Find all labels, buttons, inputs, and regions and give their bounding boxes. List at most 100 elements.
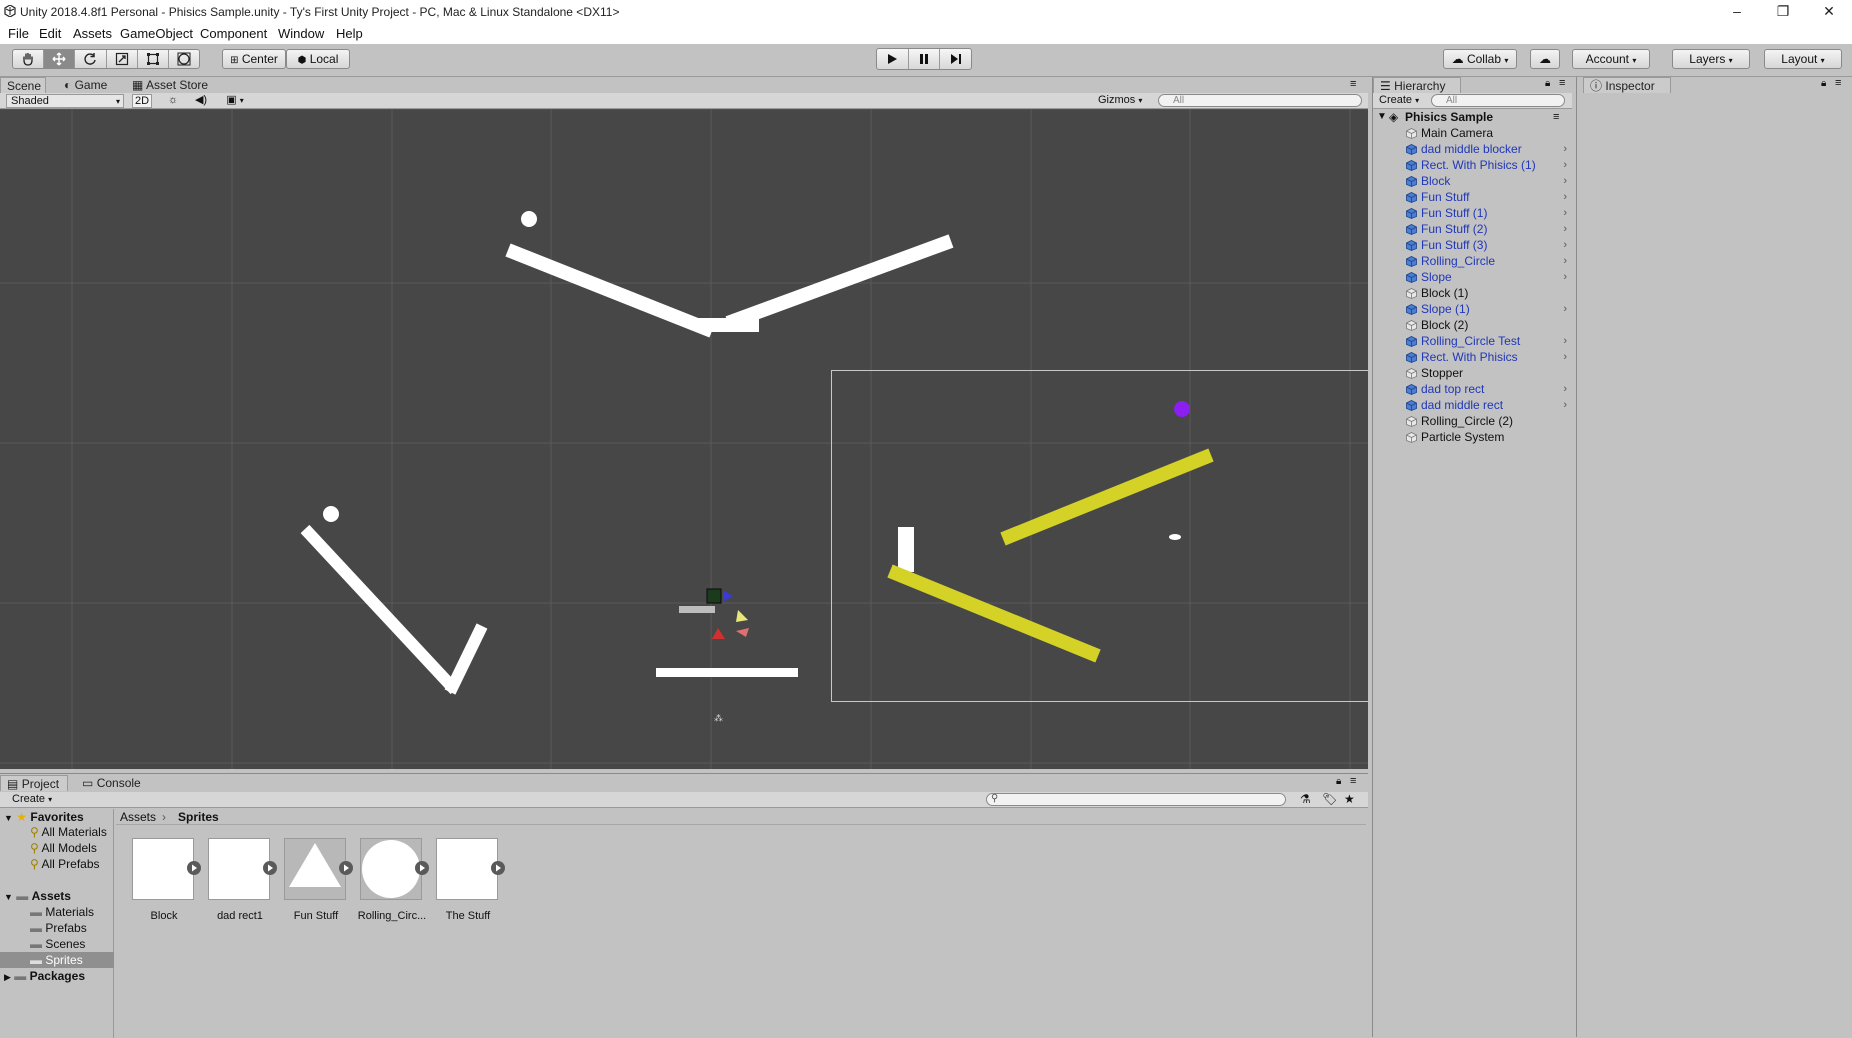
sidebar-folder-scenes[interactable]: ▬ Scenes bbox=[30, 936, 85, 952]
menu-help[interactable]: Help bbox=[336, 26, 363, 41]
hierarchy-item[interactable]: Rolling_Circle › bbox=[1373, 253, 1573, 269]
rolling-circle-2[interactable] bbox=[323, 506, 339, 522]
prefab-open-arrow-icon[interactable]: › bbox=[1563, 381, 1567, 397]
maximize-button[interactable]: ❐ bbox=[1760, 0, 1806, 24]
panel-menu-icon[interactable]: ≡ bbox=[1835, 77, 1841, 89]
gizmos-dropdown[interactable]: Gizmos ▾ bbox=[1098, 94, 1148, 108]
lighting-toggle[interactable]: ☼ bbox=[164, 94, 182, 108]
favorites-row[interactable]: ▼ ★ Favorites bbox=[4, 809, 84, 825]
hierarchy-item[interactable]: Fun Stuff (2) › bbox=[1373, 221, 1573, 237]
prefab-open-arrow-icon[interactable]: › bbox=[1563, 221, 1567, 237]
asset-item[interactable]: Fun Stuff bbox=[278, 838, 354, 922]
asset-item[interactable]: Rolling_Circ... bbox=[354, 838, 430, 922]
hierarchy-item[interactable]: Rect. With Phisics › bbox=[1373, 349, 1573, 365]
expand-subassets-icon[interactable] bbox=[187, 861, 201, 875]
expand-arrow-icon[interactable]: ▼ bbox=[4, 813, 13, 823]
shading-mode-dropdown[interactable]: Shaded ▾ bbox=[6, 94, 124, 108]
expand-subassets-icon[interactable] bbox=[491, 861, 505, 875]
cloud-button[interactable]: ☁ bbox=[1530, 49, 1560, 69]
hierarchy-item[interactable]: Fun Stuff › bbox=[1373, 189, 1573, 205]
sidebar-folder-prefabs[interactable]: ▬ Prefabs bbox=[30, 920, 87, 936]
audio-toggle[interactable]: ◀) bbox=[192, 94, 210, 108]
menu-window[interactable]: Window bbox=[278, 26, 324, 41]
hierarchy-item[interactable]: Main Camera bbox=[1373, 125, 1573, 141]
hierarchy-item[interactable]: Stopper bbox=[1373, 365, 1573, 381]
expand-arrow-icon[interactable]: ▼ bbox=[1377, 109, 1387, 125]
hierarchy-item[interactable]: Particle System bbox=[1373, 429, 1573, 445]
tab-hierarchy[interactable]: ☰ Hierarchy bbox=[1373, 77, 1461, 93]
prefab-open-arrow-icon[interactable]: › bbox=[1563, 269, 1567, 285]
project-create-dropdown[interactable]: Create ▾ bbox=[12, 793, 52, 805]
project-search-input[interactable]: ⚲ bbox=[986, 793, 1286, 806]
slope-1[interactable] bbox=[1000, 448, 1214, 546]
hierarchy-item[interactable]: Rolling_Circle Test › bbox=[1373, 333, 1573, 349]
prefab-open-arrow-icon[interactable]: › bbox=[1563, 173, 1567, 189]
prefab-open-arrow-icon[interactable]: › bbox=[1563, 205, 1567, 221]
dad-middle-rect[interactable] bbox=[656, 668, 798, 677]
account-dropdown[interactable]: Account ▾ bbox=[1572, 49, 1650, 69]
play-button[interactable] bbox=[877, 49, 909, 69]
prefab-open-arrow-icon[interactable]: › bbox=[1563, 397, 1567, 413]
rect-tool[interactable] bbox=[138, 50, 169, 68]
filter-label-icon[interactable]: 🏷︎ bbox=[1322, 792, 1337, 806]
menu-file[interactable]: File bbox=[8, 26, 29, 41]
expand-subassets-icon[interactable] bbox=[415, 861, 429, 875]
breadcrumb-sprites[interactable]: Sprites bbox=[178, 810, 219, 824]
tab-scene[interactable]: Scene bbox=[0, 77, 46, 93]
stopper[interactable] bbox=[898, 527, 914, 572]
scene-view[interactable]: ⁂ bbox=[0, 109, 1368, 769]
prefab-open-arrow-icon[interactable]: › bbox=[1563, 333, 1567, 349]
effects-dropdown[interactable]: ▣ ▾ bbox=[220, 94, 250, 108]
hierarchy-item[interactable]: Block (2) bbox=[1373, 317, 1573, 333]
rolling-circle[interactable] bbox=[521, 211, 537, 227]
hierarchy-item[interactable]: dad middle rect › bbox=[1373, 397, 1573, 413]
scene-menu-icon[interactable]: ≡ bbox=[1553, 109, 1559, 125]
fun-stuff-triangle-1[interactable] bbox=[736, 628, 749, 637]
step-button[interactable] bbox=[940, 49, 971, 69]
hierarchy-item[interactable]: Rect. With Phisics (1) › bbox=[1373, 157, 1573, 173]
filter-type-icon[interactable]: ⚗ bbox=[1300, 792, 1311, 806]
slope[interactable] bbox=[887, 564, 1101, 663]
panel-menu-icon[interactable]: ≡ bbox=[1350, 78, 1356, 90]
scene-search-input[interactable]: All bbox=[1158, 94, 1362, 107]
pivot-local-button[interactable]: ⬢ Local bbox=[286, 49, 350, 69]
small-white-object[interactable] bbox=[1169, 534, 1181, 540]
packages-row[interactable]: ▶ ▬ Packages bbox=[4, 968, 85, 984]
pivot-center-button[interactable]: ⊞ Center bbox=[222, 49, 286, 69]
asset-item[interactable]: dad rect1 bbox=[202, 838, 278, 922]
hierarchy-item[interactable]: Block › bbox=[1373, 173, 1573, 189]
scale-tool[interactable] bbox=[107, 50, 138, 68]
tab-console[interactable]: ▭ Console bbox=[76, 775, 150, 791]
fun-stuff-triangle[interactable] bbox=[736, 610, 748, 622]
hierarchy-item[interactable]: Slope › bbox=[1373, 269, 1573, 285]
hierarchy-item[interactable]: dad middle blocker › bbox=[1373, 141, 1573, 157]
prefab-open-arrow-icon[interactable]: › bbox=[1563, 189, 1567, 205]
hierarchy-item[interactable]: Block (1) bbox=[1373, 285, 1573, 301]
panel-menu-icon[interactable]: ≡ bbox=[1350, 775, 1356, 787]
assets-root-row[interactable]: ▼ ▬ Assets bbox=[4, 888, 71, 904]
prefab-open-arrow-icon[interactable]: › bbox=[1563, 157, 1567, 173]
prefab-open-arrow-icon[interactable]: › bbox=[1563, 301, 1567, 317]
asset-item[interactable]: The Stuff bbox=[430, 838, 506, 922]
expand-subassets-icon[interactable] bbox=[339, 861, 353, 875]
asset-item[interactable]: Block bbox=[126, 838, 202, 922]
tab-project[interactable]: ▤ Project bbox=[0, 775, 68, 791]
lock-icon[interactable]: 🔒︎ bbox=[1821, 78, 1826, 89]
prefab-open-arrow-icon[interactable]: › bbox=[1563, 237, 1567, 253]
menu-edit[interactable]: Edit bbox=[39, 26, 61, 41]
hierarchy-create-dropdown[interactable]: Create ▾ bbox=[1379, 94, 1419, 106]
breadcrumb-assets[interactable]: Assets bbox=[120, 810, 156, 824]
layout-dropdown[interactable]: Layout ▾ bbox=[1764, 49, 1842, 69]
prefab-open-arrow-icon[interactable]: › bbox=[1563, 349, 1567, 365]
sidebar-folder-materials[interactable]: ▬ Materials bbox=[30, 904, 94, 920]
panel-menu-icon[interactable]: ≡ bbox=[1559, 77, 1565, 89]
purple-rolling-circle[interactable] bbox=[1174, 401, 1190, 417]
transform-tool[interactable] bbox=[169, 50, 199, 68]
lock-icon[interactable]: 🔒︎ bbox=[1545, 78, 1550, 89]
minimize-button[interactable]: – bbox=[1714, 0, 1760, 24]
rotate-tool[interactable] bbox=[75, 50, 107, 68]
prefab-open-arrow-icon[interactable]: › bbox=[1563, 141, 1567, 157]
sidebar-folder-sprites[interactable]: ▬ Sprites bbox=[0, 952, 114, 968]
tab-game[interactable]: ◐ Game bbox=[58, 77, 118, 93]
hierarchy-item[interactable]: Fun Stuff (1) › bbox=[1373, 205, 1573, 221]
